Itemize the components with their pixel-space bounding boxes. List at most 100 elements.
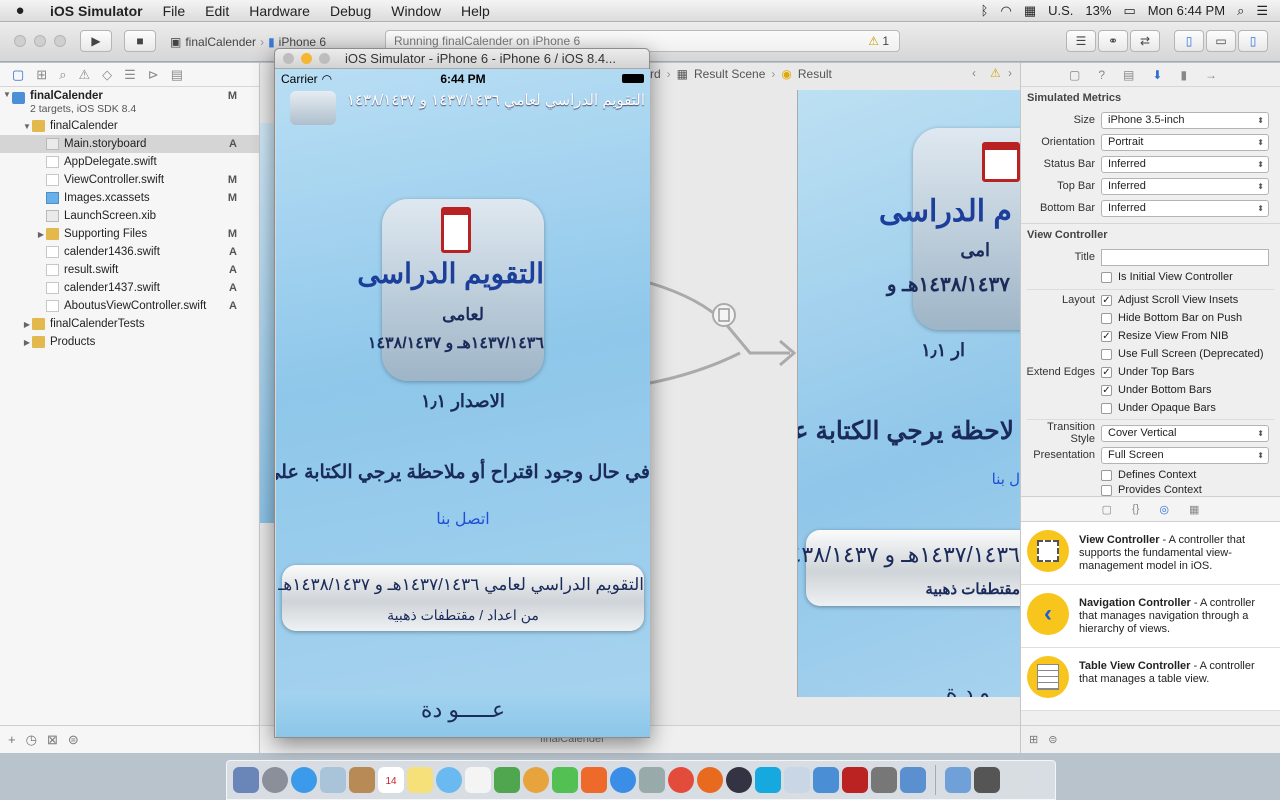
modified-files-icon[interactable]: ⊠: [47, 732, 58, 748]
library-item[interactable]: View Controller - A controller that supp…: [1021, 522, 1280, 585]
disclosure-triangle-icon[interactable]: ▶: [22, 320, 32, 329]
toggle-debug-area-button[interactable]: ▭: [1206, 30, 1236, 52]
result-scene-preview[interactable]: م الدراسى امى ١٤٣٨/١٤٣٧هـ و ار ١٫١ لاحظة…: [797, 90, 1020, 697]
standard-editor-button[interactable]: ☰: [1066, 30, 1096, 52]
close-button[interactable]: [283, 53, 294, 64]
option-checkbox[interactable]: [1101, 348, 1112, 360]
back-arrow-icon[interactable]: ‹: [972, 66, 976, 80]
utility-icon[interactable]: [871, 767, 897, 793]
safari-icon[interactable]: [291, 767, 317, 793]
search-icon[interactable]: ⌕: [59, 67, 66, 83]
locale-label[interactable]: U.S.: [1048, 3, 1073, 18]
jump-bar-item[interactable]: rd: [650, 67, 661, 81]
connections-inspector-icon[interactable]: →: [1205, 68, 1217, 82]
file-row[interactable]: result.swift A: [0, 261, 259, 279]
title-field[interactable]: [1101, 248, 1269, 266]
file-row[interactable]: ▶ Supporting Files M: [0, 225, 259, 243]
back-button-preview[interactable]: و د ة: [946, 680, 990, 697]
reminders-icon[interactable]: [465, 767, 491, 793]
photos-icon[interactable]: [523, 767, 549, 793]
metric-select[interactable]: iPhone 3.5-inch ⬍: [1101, 111, 1269, 129]
forward-arrow-icon[interactable]: ›: [1008, 66, 1012, 80]
size-inspector-icon[interactable]: ▮: [1180, 68, 1187, 82]
jump-bar-item[interactable]: Result: [798, 67, 832, 81]
contacts-icon[interactable]: [349, 767, 375, 793]
contact-link[interactable]: اتصل بنا: [276, 509, 650, 529]
zoom-button[interactable]: [319, 53, 330, 64]
option-checkbox[interactable]: ✓: [1101, 330, 1112, 342]
file-row[interactable]: ViewController.swift M: [0, 171, 259, 189]
run-button[interactable]: ▶: [80, 30, 112, 52]
object-library-icon[interactable]: ◎: [1159, 503, 1169, 516]
filter-icon[interactable]: ⊜: [1048, 733, 1057, 746]
provides-context-checkbox[interactable]: [1101, 484, 1112, 496]
test-icon[interactable]: ◇: [102, 67, 112, 83]
initial-vc-checkbox[interactable]: [1101, 271, 1112, 283]
app-icon[interactable]: [842, 767, 868, 793]
file-row[interactable]: LaunchScreen.xib: [0, 207, 259, 225]
metric-select[interactable]: Inferred ⬍: [1101, 199, 1269, 217]
menu-debug[interactable]: Debug: [320, 3, 381, 19]
file-row[interactable]: calender1436.swift A: [0, 243, 259, 261]
minimize-button[interactable]: [301, 53, 312, 64]
file-row[interactable]: ▶ Products: [0, 333, 259, 351]
media-library-icon[interactable]: ▦: [1189, 503, 1199, 516]
documents-stack-icon[interactable]: [974, 767, 1000, 793]
jump-bar-item[interactable]: Result Scene: [694, 67, 765, 81]
app-menu[interactable]: iOS Simulator: [40, 3, 153, 19]
zoom-window-button[interactable]: [54, 35, 66, 47]
disclosure-triangle-icon[interactable]: ▶: [36, 230, 46, 239]
code-snippet-icon[interactable]: {}: [1132, 503, 1139, 515]
menu-file[interactable]: File: [153, 3, 196, 19]
folder-icon[interactable]: ▢: [12, 67, 24, 83]
library-item[interactable]: ‹ Navigation Controller - A controller th…: [1021, 585, 1280, 648]
maps-icon[interactable]: [494, 767, 520, 793]
file-row[interactable]: ▼ finalCalender: [0, 117, 259, 135]
notes-icon[interactable]: [407, 767, 433, 793]
warning-icon[interactable]: ⚠ 1: [868, 34, 889, 48]
menu-help[interactable]: Help: [451, 3, 500, 19]
toggle-navigator-button[interactable]: ▯: [1174, 30, 1204, 52]
file-row[interactable]: AppDelegate.swift: [0, 153, 259, 171]
debug-icon[interactable]: ☰: [124, 67, 136, 83]
file-row[interactable]: calender1437.swift A: [0, 279, 259, 297]
option-checkbox[interactable]: [1101, 402, 1112, 414]
transition-style-select[interactable]: Cover Vertical ⬍: [1101, 424, 1269, 442]
simulator-title-bar[interactable]: iOS Simulator - iPhone 6 - iPhone 6 / iO…: [275, 49, 649, 69]
finder-icon[interactable]: [233, 767, 259, 793]
terminal-icon[interactable]: [726, 767, 752, 793]
disclosure-triangle-icon[interactable]: ▶: [22, 338, 32, 347]
file-inspector-icon[interactable]: ▢: [1069, 68, 1080, 82]
battery-percent[interactable]: 13%: [1085, 3, 1111, 18]
option-checkbox[interactable]: ✓: [1101, 384, 1112, 396]
file-row[interactable]: AboutusViewController.swift A: [0, 297, 259, 315]
bluetooth-icon[interactable]: ᛒ: [981, 3, 989, 18]
file-row[interactable]: ▶ finalCalenderTests: [0, 315, 259, 333]
calendar-app-icon[interactable]: 14: [378, 767, 404, 793]
apple-menu-icon[interactable]: ●: [0, 2, 40, 19]
spotlight-icon[interactable]: ⌕: [1237, 3, 1244, 19]
quick-help-icon[interactable]: ?: [1098, 68, 1105, 82]
skype-icon[interactable]: [755, 767, 781, 793]
metric-select[interactable]: Portrait ⬍: [1101, 133, 1269, 151]
grid-view-icon[interactable]: ⊞: [1029, 733, 1038, 746]
file-row[interactable]: Images.xcassets M: [0, 189, 259, 207]
breakpoint-icon[interactable]: ⊳: [148, 67, 159, 83]
close-window-button[interactable]: [14, 35, 26, 47]
app-store-icon[interactable]: [610, 767, 636, 793]
iphone-screen[interactable]: Carrier ◠ 6:44 PM التقويم الدراسي لعامي …: [276, 69, 650, 737]
project-root[interactable]: ▼ finalCalender 2 targets, iOS SDK 8.4 M: [0, 87, 259, 117]
metric-select[interactable]: Inferred ⬍: [1101, 177, 1269, 195]
version-editor-button[interactable]: ⇄: [1130, 30, 1160, 52]
disclosure-triangle-icon[interactable]: ▼: [22, 122, 32, 131]
ibooks-icon[interactable]: [581, 767, 607, 793]
segue-arrow[interactable]: [640, 253, 800, 393]
toggle-utilities-button[interactable]: ▯: [1238, 30, 1268, 52]
notification-center-icon[interactable]: ☰: [1256, 3, 1268, 19]
chrome-icon[interactable]: [668, 767, 694, 793]
menu-hardware[interactable]: Hardware: [239, 3, 320, 19]
downloads-folder-icon[interactable]: [945, 767, 971, 793]
battery-icon[interactable]: ▭: [1123, 3, 1135, 19]
messages-icon[interactable]: [436, 767, 462, 793]
warning-icon[interactable]: ⚠: [990, 66, 1001, 80]
